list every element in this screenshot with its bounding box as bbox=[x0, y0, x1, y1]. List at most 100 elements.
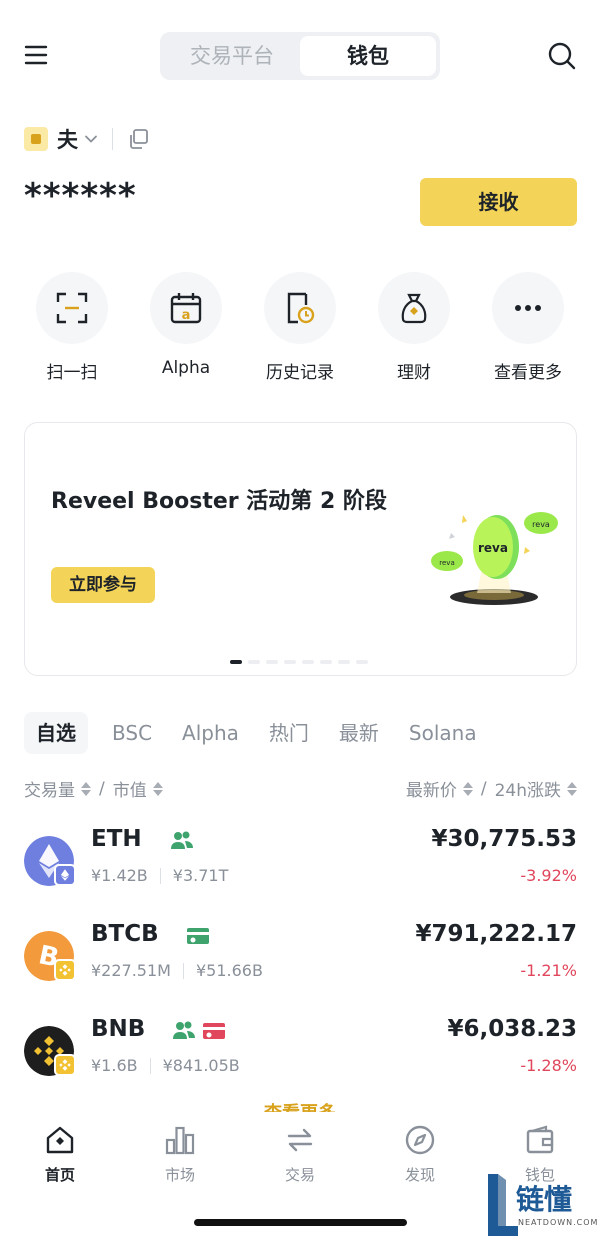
svg-text:reva: reva bbox=[439, 559, 454, 567]
alpha-calendar-icon: a bbox=[170, 293, 202, 324]
sort-volume[interactable]: 交易量 bbox=[24, 776, 75, 801]
wallet-account-icon bbox=[24, 127, 48, 151]
token-symbol: ETH bbox=[91, 826, 142, 852]
token-price: ¥30,775.53 bbox=[431, 826, 577, 852]
carousel-dot[interactable] bbox=[248, 660, 260, 664]
quick-action-label: 扫一扫 bbox=[46, 363, 98, 383]
quick-action-more[interactable]: 查看更多 bbox=[480, 272, 576, 383]
banner-title: Reveel Booster 活动第 2 阶段 bbox=[51, 489, 387, 514]
account-name[interactable]: 夫 bbox=[57, 124, 78, 154]
token-volume: ¥1.42B bbox=[91, 866, 148, 885]
market-bars-icon bbox=[165, 1126, 195, 1155]
promo-banner[interactable]: Reveel Booster 活动第 2 阶段 立即参与 reva reva r… bbox=[24, 422, 577, 676]
people-icon bbox=[171, 831, 193, 849]
nav-label: 交易 bbox=[284, 1166, 315, 1184]
card-icon-red bbox=[203, 1023, 225, 1039]
carousel-dot[interactable] bbox=[356, 660, 368, 664]
watermark-l-icon bbox=[488, 1174, 518, 1236]
card-icon-green bbox=[187, 928, 209, 944]
token-price: ¥6,038.23 bbox=[447, 1016, 578, 1042]
nav-trade[interactable]: 交易 bbox=[240, 1124, 360, 1185]
carousel-dot[interactable] bbox=[338, 660, 350, 664]
copy-icon[interactable] bbox=[127, 128, 149, 150]
tab-exchange[interactable]: 交易平台 bbox=[164, 36, 300, 76]
scan-icon bbox=[56, 292, 88, 324]
sort-arrows-icon[interactable] bbox=[152, 781, 163, 797]
tab-solana[interactable]: Solana bbox=[409, 712, 477, 754]
carousel-dot[interactable] bbox=[230, 660, 242, 664]
quick-action-label: 理财 bbox=[397, 363, 431, 383]
carousel-dot[interactable] bbox=[302, 660, 314, 664]
history-icon bbox=[287, 292, 315, 324]
quick-action-history[interactable]: 历史记录 bbox=[252, 272, 348, 383]
home-indicator bbox=[194, 1219, 407, 1226]
svg-text:a: a bbox=[182, 308, 191, 323]
token-market-cap: ¥3.71T bbox=[172, 866, 229, 885]
sort-bar: 交易量 / 市值 最新价 / 24h涨跌 bbox=[24, 776, 577, 801]
tab-alpha[interactable]: Alpha bbox=[182, 712, 239, 754]
token-change: -1.28% bbox=[520, 1056, 577, 1075]
nav-market[interactable]: 市场 bbox=[120, 1124, 240, 1185]
token-row[interactable]: BNB ¥1.6B ¥841.05B ¥6,038.23 -1.28% bbox=[24, 1016, 577, 1086]
sort-arrows-icon[interactable] bbox=[81, 781, 91, 797]
token-change: -1.21% bbox=[520, 961, 577, 980]
tab-hot[interactable]: 热门 bbox=[269, 712, 309, 754]
receive-button[interactable]: 接收 bbox=[420, 178, 577, 226]
join-now-button[interactable]: 立即参与 bbox=[51, 567, 155, 603]
search-icon[interactable] bbox=[546, 40, 578, 72]
token-market-cap: ¥841.05B bbox=[162, 1056, 240, 1075]
platform-wallet-switch: 交易平台 钱包 bbox=[160, 32, 440, 80]
home-icon bbox=[46, 1126, 74, 1154]
top-bar: 交易平台 钱包 bbox=[0, 30, 600, 82]
carousel-indicator bbox=[230, 660, 368, 664]
tab-wallet[interactable]: 钱包 bbox=[300, 36, 436, 76]
balance-masked[interactable]: ****** bbox=[24, 176, 137, 216]
carousel-dot[interactable] bbox=[284, 660, 296, 664]
menu-icon[interactable] bbox=[22, 42, 52, 70]
compass-icon bbox=[405, 1125, 435, 1155]
view-more-link[interactable]: 查看更多 bbox=[0, 1100, 600, 1112]
nav-label: 首页 bbox=[44, 1166, 75, 1184]
tab-newest[interactable]: 最新 bbox=[339, 712, 379, 754]
chain-badge-icon bbox=[54, 864, 76, 886]
wallet-icon bbox=[526, 1125, 554, 1154]
nav-label: 市场 bbox=[164, 1166, 195, 1184]
token-change: -3.92% bbox=[520, 866, 577, 885]
quick-action-alpha[interactable]: a Alpha bbox=[138, 272, 234, 383]
quick-actions: 扫一扫 a Alpha 历史记录 理财 查看更多 bbox=[24, 272, 576, 383]
token-market-cap: ¥51.66B bbox=[195, 961, 263, 980]
quick-action-scan[interactable]: 扫一扫 bbox=[24, 272, 120, 383]
divider bbox=[112, 128, 113, 150]
token-volume: ¥1.6B bbox=[91, 1056, 138, 1075]
chevron-down-icon[interactable] bbox=[84, 132, 98, 146]
token-row[interactable]: B BTCB ¥227.51M ¥51.66B ¥791,222.17 -1.2… bbox=[24, 921, 577, 991]
nav-discover[interactable]: 发现 bbox=[360, 1124, 480, 1185]
tab-watchlist[interactable]: 自选 bbox=[24, 712, 88, 754]
carousel-dot[interactable] bbox=[266, 660, 278, 664]
sort-24h-change[interactable]: 24h涨跌 bbox=[495, 776, 561, 801]
sort-arrows-icon[interactable] bbox=[567, 781, 577, 797]
account-row: 夫 bbox=[24, 124, 149, 154]
svg-text:reva: reva bbox=[532, 520, 550, 529]
sort-separator: / bbox=[480, 778, 487, 799]
token-symbol: BNB bbox=[91, 1016, 146, 1042]
quick-action-earn[interactable]: 理财 bbox=[366, 272, 462, 383]
nav-label: 发现 bbox=[404, 1166, 435, 1184]
token-symbol: BTCB bbox=[91, 921, 159, 947]
sort-arrows-icon[interactable] bbox=[462, 781, 473, 797]
watermark-text: 链懂 bbox=[516, 1183, 573, 1216]
nav-home[interactable]: 首页 bbox=[0, 1124, 120, 1185]
token-volume: ¥227.51M bbox=[91, 961, 171, 980]
earn-bag-icon bbox=[401, 293, 427, 324]
more-dots-icon bbox=[515, 305, 541, 311]
carousel-dot[interactable] bbox=[320, 660, 332, 664]
token-row[interactable]: ETH ¥1.42B ¥3.71T ¥30,775.53 -3.92% bbox=[24, 826, 577, 896]
tab-bsc[interactable]: BSC bbox=[112, 712, 152, 754]
bsc-badge-icon bbox=[54, 959, 76, 981]
quick-action-label: 历史记录 bbox=[266, 363, 334, 383]
reva-coin-illustration: reva reva reva bbox=[431, 512, 558, 605]
market-tabs: 自选 BSC Alpha 热门 最新 Solana bbox=[24, 712, 507, 754]
svg-text:reva: reva bbox=[478, 541, 508, 555]
sort-market-cap[interactable]: 市值 bbox=[113, 776, 147, 801]
sort-latest-price[interactable]: 最新价 bbox=[406, 776, 457, 801]
